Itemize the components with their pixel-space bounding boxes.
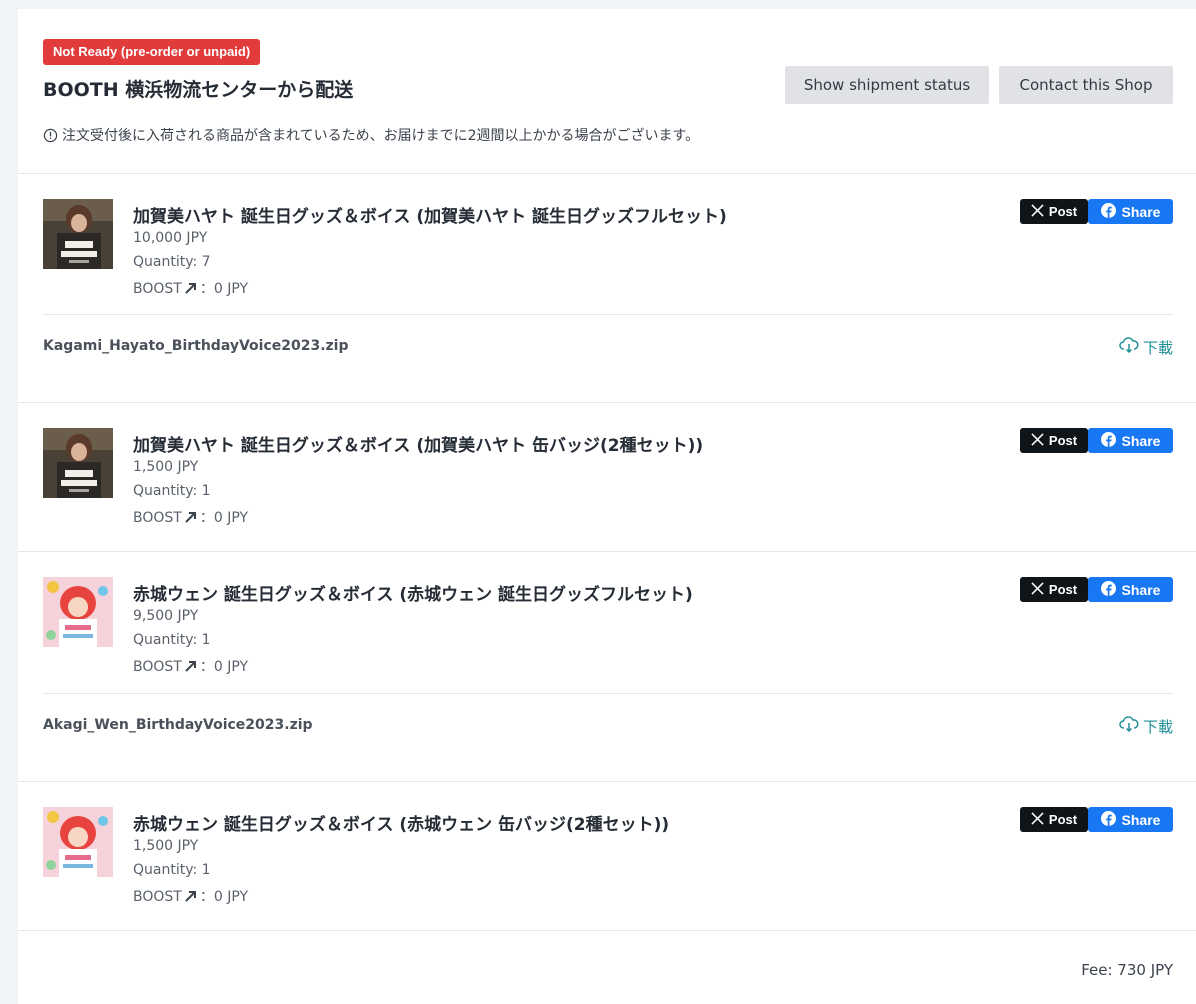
item-boost: BOOST ：0 JPY	[133, 886, 248, 906]
download-label: 下載	[1142, 717, 1173, 736]
boost-value: ：0 JPY	[199, 281, 249, 297]
facebook-logo-icon	[1100, 202, 1116, 221]
x-post-label: Post	[1048, 582, 1078, 597]
shipping-fee: Fee: 730 JPY	[1081, 961, 1173, 979]
download-link[interactable]: 下載	[1119, 336, 1173, 358]
x-post-label: Post	[1048, 433, 1078, 448]
boost-label: BOOST	[133, 281, 182, 297]
download-filename: Akagi_Wen_BirthdayVoice2023.zip	[43, 717, 313, 733]
x-logo-icon	[1031, 811, 1044, 828]
boost-label: BOOST	[133, 889, 182, 905]
share-buttons: Post Share	[1020, 577, 1173, 602]
item-quantity: Quantity: 1	[133, 483, 211, 499]
contact-shop-button[interactable]: Contact this Shop	[999, 66, 1173, 104]
cloud-download-icon	[1119, 715, 1139, 737]
facebook-share-label: Share	[1121, 581, 1161, 598]
notice-text: 注文受付後に入荷される商品が含まれているため、お届けまでに2週間以上かかる場合が…	[62, 128, 700, 144]
order-item: 加賀美ハヤト 誕生日グッズ＆ボイス (加賀美ハヤト 缶バッジ(2種セット)) 1…	[18, 403, 1196, 552]
download-divider	[43, 693, 1173, 694]
facebook-share-label: Share	[1121, 811, 1161, 828]
facebook-share-button[interactable]: Share	[1088, 428, 1173, 453]
facebook-logo-icon	[1100, 431, 1116, 450]
item-thumbnail[interactable]	[43, 577, 113, 647]
cloud-download-icon	[1119, 336, 1139, 358]
order-item: 赤城ウェン 誕生日グッズ＆ボイス (赤城ウェン 誕生日グッズフルセット) 9,5…	[18, 552, 1196, 782]
item-quantity: Quantity: 1	[133, 862, 211, 878]
show-shipment-status-button[interactable]: Show shipment status	[785, 66, 989, 104]
item-title[interactable]: 赤城ウェン 誕生日グッズ＆ボイス (赤城ウェン 誕生日グッズフルセット)	[133, 580, 693, 605]
item-price: 9,500 JPY	[133, 608, 199, 624]
boost-label: BOOST	[133, 510, 182, 526]
share-buttons: Post Share	[1020, 428, 1173, 453]
facebook-logo-icon	[1100, 810, 1116, 829]
x-post-button[interactable]: Post	[1020, 807, 1088, 832]
boost-arrow-icon	[184, 659, 198, 673]
order-card: Not Ready (pre-order or unpaid) BOOTH 横浜…	[18, 9, 1196, 1004]
x-post-button[interactable]: Post	[1020, 199, 1088, 224]
x-post-button[interactable]: Post	[1020, 577, 1088, 602]
boost-arrow-icon	[184, 281, 198, 295]
facebook-logo-icon	[1100, 580, 1116, 599]
download-link[interactable]: 下載	[1119, 715, 1173, 737]
item-title[interactable]: 赤城ウェン 誕生日グッズ＆ボイス (赤城ウェン 缶バッジ(2種セット))	[133, 810, 669, 835]
item-thumbnail[interactable]	[43, 199, 113, 269]
item-boost: BOOST ：0 JPY	[133, 656, 248, 676]
item-title[interactable]: 加賀美ハヤト 誕生日グッズ＆ボイス (加賀美ハヤト 缶バッジ(2種セット))	[133, 431, 703, 456]
info-icon	[43, 128, 58, 143]
item-price: 1,500 JPY	[133, 838, 199, 854]
boost-value: ：0 JPY	[199, 659, 249, 675]
order-item: 加賀美ハヤト 誕生日グッズ＆ボイス (加賀美ハヤト 誕生日グッズフルセット) 1…	[18, 174, 1196, 403]
shipment-title: BOOTH 横浜物流センターから配送	[43, 79, 354, 101]
boost-label: BOOST	[133, 659, 182, 675]
x-post-label: Post	[1048, 812, 1078, 827]
order-item: 赤城ウェン 誕生日グッズ＆ボイス (赤城ウェン 缶バッジ(2種セット)) 1,5…	[18, 782, 1196, 931]
facebook-share-button[interactable]: Share	[1088, 199, 1173, 224]
item-thumbnail[interactable]	[43, 428, 113, 498]
x-logo-icon	[1031, 581, 1044, 598]
item-title[interactable]: 加賀美ハヤト 誕生日グッズ＆ボイス (加賀美ハヤト 誕生日グッズフルセット)	[133, 202, 727, 227]
facebook-share-button[interactable]: Share	[1088, 577, 1173, 602]
item-boost: BOOST ：0 JPY	[133, 507, 248, 527]
item-boost: BOOST ：0 JPY	[133, 278, 248, 298]
x-logo-icon	[1031, 203, 1044, 220]
boost-value: ：0 JPY	[199, 510, 249, 526]
facebook-share-label: Share	[1121, 203, 1161, 220]
item-quantity: Quantity: 7	[133, 254, 211, 270]
status-badge: Not Ready (pre-order or unpaid)	[43, 39, 261, 65]
x-post-button[interactable]: Post	[1020, 428, 1088, 453]
item-thumbnail[interactable]	[43, 807, 113, 877]
facebook-share-button[interactable]: Share	[1088, 807, 1173, 832]
boost-value: ：0 JPY	[199, 889, 249, 905]
item-price: 10,000 JPY	[133, 230, 208, 246]
x-post-label: Post	[1048, 204, 1078, 219]
boost-arrow-icon	[184, 510, 198, 524]
download-label: 下載	[1142, 338, 1173, 357]
shipping-notice: 注文受付後に入荷される商品が含まれているため、お届けまでに2週間以上かかる場合が…	[43, 125, 699, 145]
download-divider	[43, 314, 1173, 315]
item-quantity: Quantity: 1	[133, 632, 211, 648]
shipment-header: Not Ready (pre-order or unpaid) BOOTH 横浜…	[18, 9, 1196, 174]
boost-arrow-icon	[184, 889, 198, 903]
item-price: 1,500 JPY	[133, 459, 199, 475]
share-buttons: Post Share	[1020, 807, 1173, 832]
share-buttons: Post Share	[1020, 199, 1173, 224]
facebook-share-label: Share	[1121, 432, 1161, 449]
download-filename: Kagami_Hayato_BirthdayVoice2023.zip	[43, 338, 349, 354]
x-logo-icon	[1031, 432, 1044, 449]
